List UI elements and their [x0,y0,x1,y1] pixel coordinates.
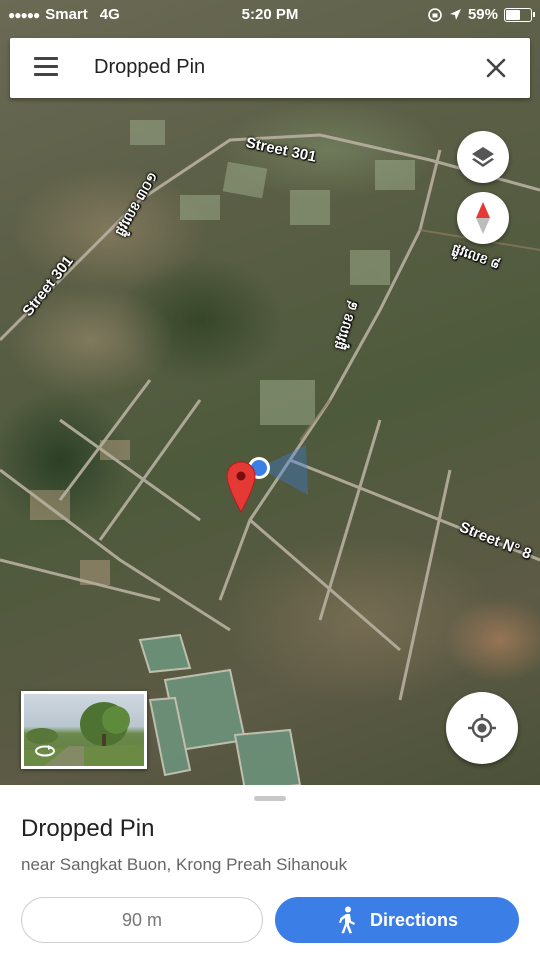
distance-button[interactable]: 90 m [21,897,263,943]
search-bar-title[interactable]: Dropped Pin [94,56,205,79]
my-location-button[interactable] [446,692,518,764]
my-location-icon [468,714,496,742]
map-roads [0,120,540,790]
hamburger-menu-icon[interactable] [34,57,58,79]
directions-label: Directions [369,909,459,930]
place-address: near Sangkat Buon, Krong Preah Sihanouk [21,855,348,874]
search-bar[interactable]: Dropped Pin [10,38,530,98]
360-rotate-icon [35,745,55,757]
distance-label: 90 m [121,909,163,930]
dropped-pin-icon[interactable] [225,460,257,514]
place-title: Dropped Pin [21,815,155,842]
layers-icon [472,147,494,167]
walking-person-icon [338,906,355,934]
screen-rotation-lock-icon [428,7,442,22]
compass-button[interactable] [457,192,509,244]
place-bottom-sheet[interactable]: Dropped Pin near Sangkat Buon, Krong Pre… [0,785,540,960]
layers-button[interactable] [457,131,509,183]
status-bar: ●●●●● Smart 4G 5:20 PM 59% [0,0,540,30]
battery-icon [504,7,535,22]
sheet-drag-handle[interactable] [254,796,286,801]
street-view-thumbnail[interactable] [21,691,147,769]
compass-icon [476,202,490,234]
battery-percent: 59% [467,6,498,23]
location-arrow-icon [449,9,461,20]
satellite-map[interactable] [0,0,540,790]
close-icon[interactable] [482,54,510,82]
directions-button[interactable]: Directions [275,897,519,943]
